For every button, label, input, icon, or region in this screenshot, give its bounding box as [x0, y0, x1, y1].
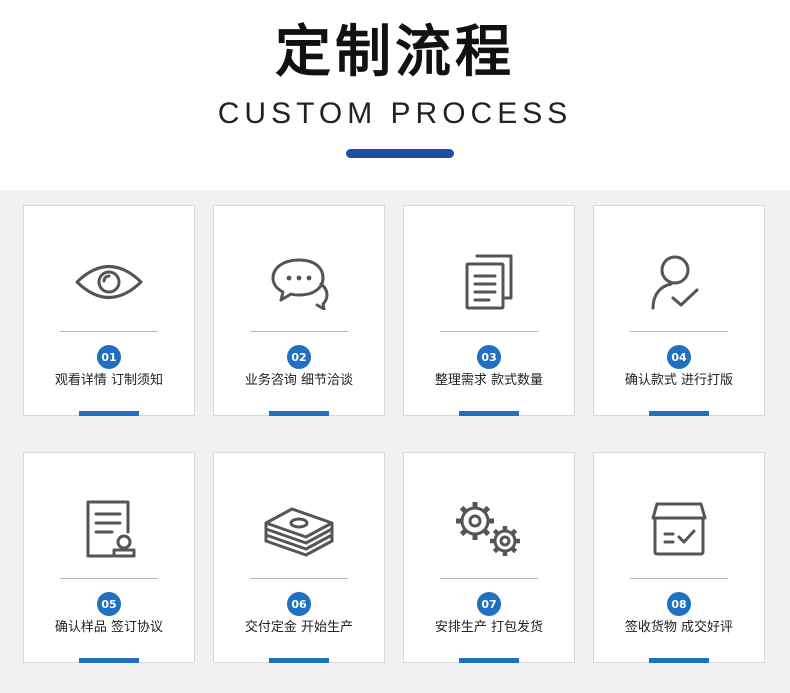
eye-icon [24, 242, 194, 322]
step-card-05: 05 确认样品 签订协议 [23, 452, 195, 663]
step-number-badge: 06 [287, 592, 311, 616]
step-number-badge: 08 [667, 592, 691, 616]
user-check-icon [594, 242, 764, 322]
card-bottom-bar [459, 411, 519, 416]
header: 定制流程 CUSTOM PROCESS [0, 0, 790, 190]
documents-icon [404, 242, 574, 322]
step-card-06: 06 交付定金 开始生产 [213, 452, 385, 663]
card-bottom-bar [79, 658, 139, 663]
step-number-badge: 01 [97, 345, 121, 369]
box-check-icon [594, 489, 764, 569]
step-card-04: 04 确认款式 进行打版 [593, 205, 765, 416]
step-label: 安排生产 打包发货 [434, 620, 544, 635]
step-label: 确认款式 进行打版 [624, 373, 734, 388]
page-title: 定制流程 [275, 20, 515, 85]
separator [630, 578, 728, 579]
step-label: 整理需求 款式数量 [434, 373, 544, 388]
separator [250, 578, 348, 579]
page-subtitle: CUSTOM PROCESS [217, 97, 573, 130]
step-label: 业务咨询 细节洽谈 [244, 373, 354, 388]
step-label: 签收货物 成交好评 [624, 620, 734, 635]
step-label: 交付定金 开始生产 [244, 620, 354, 635]
card-bottom-bar [269, 658, 329, 663]
gears-icon [404, 489, 574, 569]
step-number-badge: 02 [287, 345, 311, 369]
step-card-02: 02 业务咨询 细节洽谈 [213, 205, 385, 416]
step-card-01: 01 观看详情 订制须知 [23, 205, 195, 416]
chat-bubbles-icon [214, 242, 384, 322]
separator [60, 331, 158, 332]
process-panel: 01 观看详情 订制须知 02 业务咨询 细节洽谈 03 整理需求 款式数量 0… [0, 190, 790, 693]
separator [60, 578, 158, 579]
step-card-08: 08 签收货物 成交好评 [593, 452, 765, 663]
step-number-badge: 03 [477, 345, 501, 369]
step-number-badge: 05 [97, 592, 121, 616]
certificate-icon [24, 489, 194, 569]
card-bottom-bar [649, 411, 709, 416]
step-number-badge: 04 [667, 345, 691, 369]
separator [630, 331, 728, 332]
title-underline-bar [346, 149, 454, 158]
card-bottom-bar [79, 411, 139, 416]
separator [250, 331, 348, 332]
separator [440, 331, 538, 332]
step-card-03: 03 整理需求 款式数量 [403, 205, 575, 416]
step-label: 确认样品 签订协议 [54, 620, 164, 635]
step-card-07: 07 安排生产 打包发货 [403, 452, 575, 663]
card-bottom-bar [649, 658, 709, 663]
card-bottom-bar [269, 411, 329, 416]
money-stack-icon [214, 489, 384, 569]
card-bottom-bar [459, 658, 519, 663]
step-label: 观看详情 订制须知 [54, 373, 164, 388]
separator [440, 578, 538, 579]
step-number-badge: 07 [477, 592, 501, 616]
